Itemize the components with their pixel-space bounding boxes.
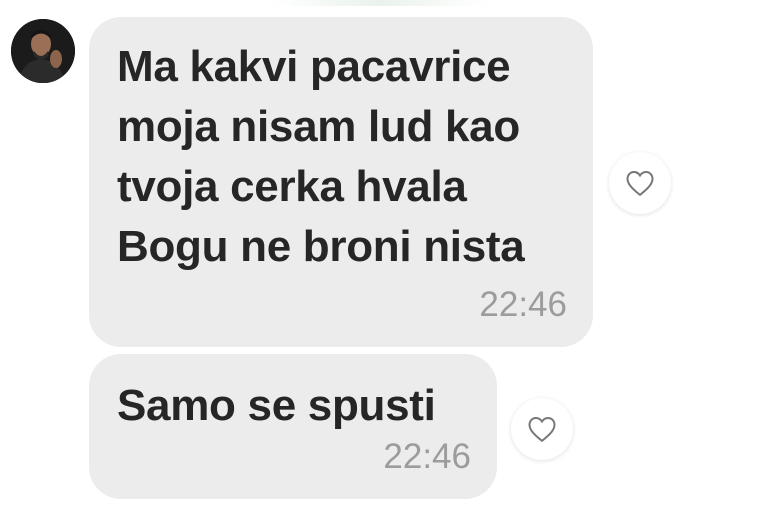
heart-reaction-button[interactable] <box>511 398 573 460</box>
avatar[interactable] <box>11 19 75 83</box>
message-text: Ma kakvi pacavrice moja nisam lud kao tv… <box>117 42 525 271</box>
chat-screen: Ma kakvi pacavrice moja nisam lud kao tv… <box>0 0 765 510</box>
header-edge <box>270 0 490 6</box>
message-bubble[interactable]: Samo se spusti 22:46 <box>89 354 497 499</box>
heart-reaction-button[interactable] <box>609 152 671 214</box>
message-timestamp: 22:46 <box>383 437 471 476</box>
avatar-image <box>11 19 75 83</box>
message-timestamp: 22:46 <box>479 285 567 324</box>
message-text: Samo se spusti <box>117 381 436 430</box>
message-bubble[interactable]: Ma kakvi pacavrice moja nisam lud kao tv… <box>89 17 593 347</box>
heart-outline-icon <box>626 170 654 197</box>
heart-outline-icon <box>528 416 556 443</box>
